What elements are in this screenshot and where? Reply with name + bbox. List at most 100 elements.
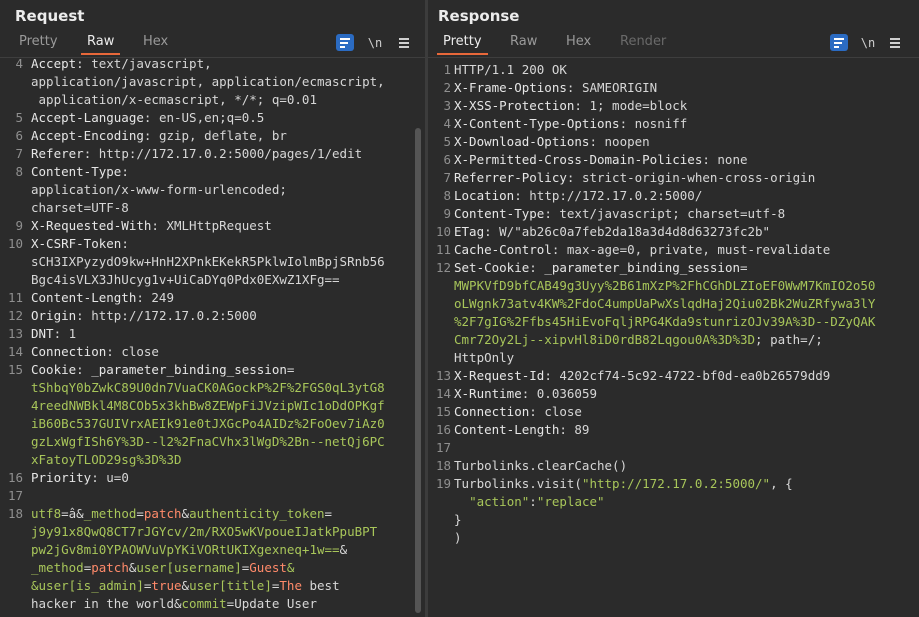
response-tab-render[interactable]: Render bbox=[620, 34, 666, 49]
line-number: 13 bbox=[435, 368, 451, 383]
code-token: = bbox=[740, 260, 748, 275]
response-tab-pretty[interactable]: Pretty bbox=[437, 34, 488, 55]
code-token: : bbox=[529, 494, 537, 509]
code-token: } bbox=[454, 512, 462, 527]
code-token: 4reedNWBkl4M8COb5x3khBw8ZEWpFiJVzipWIc1o… bbox=[31, 398, 385, 413]
line-number: 14 bbox=[7, 344, 23, 359]
code-line: ) bbox=[454, 529, 462, 547]
code-token: : 0.036059 bbox=[521, 386, 597, 401]
code-line: Content-Type: text/javascript; charset=u… bbox=[454, 205, 785, 223]
code-token: oLWgnk73atv4KW%2FdoC4umpUaPwXslqdHaj2Qiu… bbox=[454, 296, 876, 311]
line-number: 10 bbox=[435, 224, 451, 239]
code-token: Priority bbox=[31, 470, 92, 485]
code-token: : W/"ab26c0a7feb2da18a3d4d8d63273fc2b" bbox=[484, 224, 771, 239]
code-token: sCH3IXPyzydO9kw+HnH2XPnkEKekR5PklwIolmBp… bbox=[31, 254, 385, 269]
code-token: , { bbox=[770, 476, 793, 491]
show-newlines-button[interactable]: \n bbox=[859, 34, 877, 52]
code-line: Turbolinks.visit("http://172.17.0.2:5000… bbox=[454, 475, 793, 493]
code-token: X-XSS-Protection bbox=[454, 98, 575, 113]
menu-icon[interactable] bbox=[887, 34, 903, 52]
request-editor[interactable]: 4 Accept: text/javascript, application/jav… bbox=[0, 56, 425, 617]
request-tab-raw[interactable]: Raw bbox=[80, 34, 121, 55]
code-token: : text/javascript, bbox=[76, 56, 212, 71]
code-token: ) bbox=[454, 530, 462, 545]
code-line: X-Request-Id: 4202cf74-5c92-4722-bf0d-ea… bbox=[454, 367, 830, 385]
code-token: : gzip, deflate, br bbox=[143, 128, 287, 143]
request-tab-pretty[interactable]: Pretty bbox=[19, 34, 58, 49]
line-number: 6 bbox=[443, 152, 451, 167]
response-editor[interactable]: 1 HTTP/1.1 200 OK 2 X-Frame-Options: SAMEOR… bbox=[428, 57, 919, 617]
code-token: _method bbox=[31, 560, 84, 575]
code-token: gzLxWgfISh6Y%3D--l2%2FnaCVhx3lWgD%2Bn--n… bbox=[31, 434, 385, 449]
code-line: Connection: close bbox=[31, 343, 159, 361]
code-token: application/x-www-form-urlencoded; bbox=[31, 182, 287, 197]
line-number: 1 bbox=[443, 62, 451, 77]
code-token: : http://172.17.0.2:5000/ bbox=[514, 188, 703, 203]
code-token: : noopen bbox=[589, 134, 650, 149]
code-token: Origin bbox=[31, 308, 77, 323]
code-token: patch bbox=[91, 560, 129, 575]
line-number: 8 bbox=[15, 164, 23, 179]
code-token: Content-Type bbox=[31, 164, 122, 179]
line-number: 6 bbox=[15, 128, 23, 143]
line-number: 11 bbox=[7, 290, 23, 305]
word-wrap-button[interactable] bbox=[336, 34, 354, 51]
code-token: Cookie bbox=[31, 362, 77, 377]
code-line: Accept-Encoding: gzip, deflate, br bbox=[31, 127, 287, 145]
code-token: Turbolinks.clearCache() bbox=[454, 458, 628, 473]
code-token: "action" bbox=[469, 494, 530, 509]
code-token: HttpOnly bbox=[454, 350, 515, 365]
code-line: tShbqY0bZwkC89U0dn7VuaCK0AGockP%2F%2FGS0… bbox=[31, 379, 385, 397]
scrollbar-thumb[interactable] bbox=[415, 128, 421, 613]
code-token: j9y91x8QwQ8CT7rJGYcv/2m/RXO5wKVpoueIJatk… bbox=[31, 524, 378, 539]
line-number: 12 bbox=[7, 308, 23, 323]
code-token: Connection bbox=[454, 404, 530, 419]
code-line: Referer: http://172.17.0.2:5000/pages/1/… bbox=[31, 145, 362, 163]
code-line: Content-Type: bbox=[31, 163, 129, 181]
line-number: 2 bbox=[443, 80, 451, 95]
code-token: %2F7gIG%2Ffbs45HiEvoFqljRPG4Kda9stunrizO… bbox=[454, 314, 876, 329]
code-token: X-CSRF-Token bbox=[31, 236, 122, 251]
code-line: Bgc4isVLX3JhUcyg1v+UiCaDYq0Pdx0EXwZ1XFg=… bbox=[31, 271, 340, 289]
code-token: hacker in the world& bbox=[31, 596, 182, 611]
code-line: } bbox=[454, 511, 462, 529]
line-number: 9 bbox=[15, 218, 23, 233]
code-token: tShbqY0bZwkC89U0dn7VuaCK0AGockP%2F%2FGS0… bbox=[31, 380, 385, 395]
code-token: iB60Bc537GUIVrxAEIk91e0tJXGcPo4AIDz%2FoO… bbox=[31, 416, 385, 431]
word-wrap-button[interactable] bbox=[830, 34, 848, 51]
request-tab-hex[interactable]: Hex bbox=[143, 34, 168, 49]
code-token: Content-Length bbox=[31, 290, 137, 305]
line-number: 18 bbox=[435, 458, 451, 473]
code-token: HTTP/1.1 200 OK bbox=[454, 62, 567, 77]
code-token: Content-Length bbox=[454, 422, 560, 437]
line-number: 3 bbox=[443, 98, 451, 113]
line-number: 9 bbox=[443, 206, 451, 221]
code-line: %2F7gIG%2Ffbs45HiEvoFqljRPG4Kda9stunrizO… bbox=[454, 313, 875, 331]
code-line: oLWgnk73atv4KW%2FdoC4umpUaPwXslqdHaj2Qiu… bbox=[454, 295, 875, 313]
line-number: 17 bbox=[435, 440, 451, 455]
code-token: : strict-origin-when-cross-origin bbox=[566, 170, 816, 185]
code-line: charset=UTF-8 bbox=[31, 199, 129, 217]
code-line: Cache-Control: max-age=0, private, must-… bbox=[454, 241, 830, 259]
line-number: 13 bbox=[7, 326, 23, 341]
code-line: application/x-www-form-urlencoded; bbox=[31, 181, 287, 199]
request-pane: Request Pretty Raw Hex \n 4 Accept: text/… bbox=[0, 0, 425, 617]
show-newlines-button[interactable]: \n bbox=[366, 34, 384, 52]
code-token: : close bbox=[529, 404, 582, 419]
response-tab-hex[interactable]: Hex bbox=[566, 34, 591, 49]
code-token: xFatoyTLOD29sg%3D%3D bbox=[31, 452, 182, 467]
code-token: Referer bbox=[31, 146, 84, 161]
request-title: Request bbox=[15, 7, 85, 25]
line-number: 15 bbox=[435, 404, 451, 419]
code-token: X-Runtime bbox=[454, 386, 522, 401]
code-token: patch bbox=[143, 506, 182, 521]
code-line: ETag: W/"ab26c0a7feb2da18a3d4d8d63273fc2… bbox=[454, 223, 770, 241]
line-number: 16 bbox=[435, 422, 451, 437]
code-token: =Update User bbox=[226, 596, 317, 611]
code-token: : XMLHttpRequest bbox=[151, 218, 272, 233]
code-line: _method=patch&user[username]=Guest& bbox=[31, 559, 294, 577]
line-number: 14 bbox=[435, 386, 451, 401]
menu-icon[interactable] bbox=[396, 34, 412, 52]
response-tab-raw[interactable]: Raw bbox=[510, 34, 537, 49]
line-number: 15 bbox=[7, 362, 23, 377]
